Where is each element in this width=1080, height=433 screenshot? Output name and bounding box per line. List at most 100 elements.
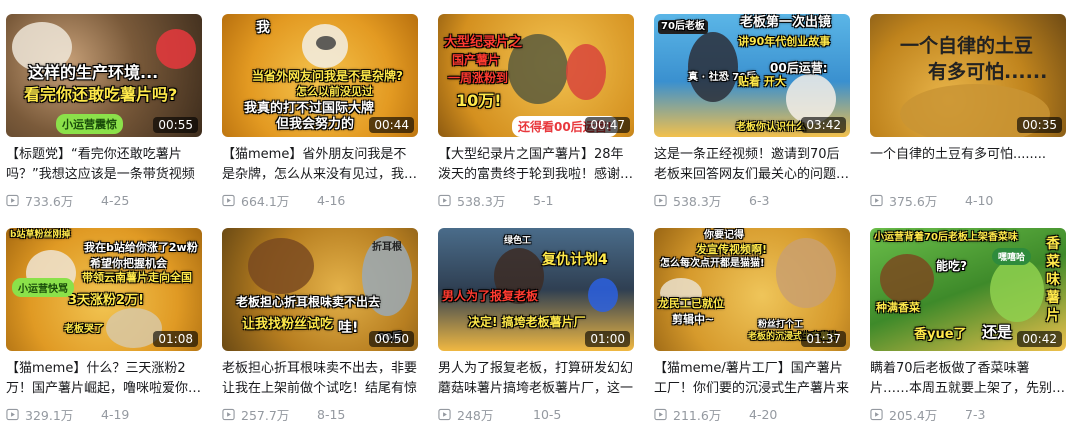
video-thumbnail[interactable]: 我当省外网友问我是不是杂牌? 怎么以前没见过 我真的打不过国际大牌 但我会努力的 00:…: [222, 14, 418, 137]
video-card[interactable]: 绿色工 复仇计划4 男人为了报复老板 决定! 搞垮老板薯片厂 01:00 男人为了报复老板…: [438, 228, 634, 433]
video-title[interactable]: 【猫meme】什么？三天涨粉2万！国产薯片崛起，噜咪啦爱你们！: [6, 359, 202, 399]
video-thumbnail[interactable]: 小运营背着70后老板上架香菜味 香菜味薯片 能吃? 种满香菜 香yue了 还是 嘿嘻哈 00:…: [870, 228, 1066, 351]
play-count-icon: [870, 408, 883, 421]
video-grid: 这样的生产环境... 看完你还敢吃薯片吗? 小运营震惊 00:55 【标题党】“看完你还…: [0, 0, 1080, 425]
video-card[interactable]: 70后老板 老板第一次出镜 讲90年代创业故事 00后运营: 真 · 社恐 70后 贴着 …: [654, 14, 850, 219]
thumbnail-caption: 龙民工已就位: [658, 297, 724, 310]
view-count: 664.1万: [241, 194, 290, 209]
video-title[interactable]: 【猫meme/薯片工厂】国产薯片工厂！你们要的沉浸式生产薯片来: [654, 359, 850, 399]
play-count-icon: [654, 408, 667, 421]
video-meta: 664.1万 4-16: [222, 191, 418, 210]
duration-badge: 00:42: [1017, 331, 1062, 347]
thumbnail-caption: 大型纪录片之: [444, 35, 523, 50]
video-thumbnail[interactable]: 大型纪录片之 国产薯片 一周涨粉到 10万! 还得看00后运营! 00:47: [438, 14, 634, 137]
thumbnail-caption: 00后运营:: [770, 61, 828, 75]
video-title[interactable]: 一个自律的土豆有多可怕........: [870, 145, 1066, 185]
duration-badge: 00:47: [585, 117, 630, 133]
thumbnail-caption: 10万!: [456, 91, 502, 110]
thumbnail-caption: 我真的打不过国际大牌: [244, 101, 375, 116]
thumbnail-caption: 有多可怕......: [928, 61, 1048, 83]
thumbnail-caption: 菜: [1046, 254, 1060, 270]
video-thumbnail[interactable]: 你要记得 发宣传视频啊! 怎么每次点开都是猫猫! 龙民工已就位 剪辑中~ 粉丝打个工 老板的…: [654, 228, 850, 351]
video-card[interactable]: 你要记得 发宣传视频啊! 怎么每次点开都是猫猫! 龙民工已就位 剪辑中~ 粉丝打个工 老板的…: [654, 228, 850, 433]
play-count-icon: [438, 408, 451, 421]
video-thumbnail[interactable]: 一个自律的土豆 有多可怕...... 00:35: [870, 14, 1066, 137]
thumbnail-caption: 你要记得: [704, 230, 744, 241]
thumbnail-caption: 粉丝打个工: [758, 320, 804, 330]
video-meta: 538.3万 5-1: [438, 191, 634, 210]
video-title[interactable]: 【大型纪录片之国产薯片】28年泼天的富贵终于轮到我啦！感谢各位: [438, 145, 634, 185]
thumbnail-caption: b站草粉丝刚掉: [10, 230, 71, 240]
thumbnail-caption: 贴着 开大: [738, 75, 786, 88]
view-count: 205.4万: [889, 408, 938, 423]
video-title[interactable]: 【猫meme】省外朋友问我是不是杂牌，怎么从来没有见过，我真的: [222, 145, 418, 185]
video-card[interactable]: 我当省外网友问我是不是杂牌? 怎么以前没见过 我真的打不过国际大牌 但我会努力的 00:…: [222, 14, 418, 219]
thumbnail-caption: 我: [256, 20, 270, 36]
view-count: 538.3万: [673, 194, 722, 209]
video-title[interactable]: 这是一条正经视频！邀请到70后老板来回答网友们最关心的问题啦，: [654, 145, 850, 185]
thumbnail-caption: 这样的生产环境...: [28, 63, 159, 82]
publish-date: 4-16: [317, 193, 346, 208]
thumbnail-caption: 怎么以前没见过: [296, 85, 373, 98]
video-title[interactable]: 瞒着70后老板做了香菜味薯片……本周五就要上架了，先别管销量了，: [870, 359, 1066, 399]
view-count: 257.7万: [241, 408, 290, 423]
play-count-icon: [222, 194, 235, 207]
duration-badge: 00:55: [153, 117, 198, 133]
thumbnail-caption: 70后老板: [658, 20, 708, 34]
thumbnail-badge: 小运营震惊: [56, 114, 123, 134]
thumbnail-caption: 小运营背着70后老板上架香菜味: [874, 232, 1018, 243]
play-count-icon: [6, 408, 19, 421]
video-thumbnail[interactable]: b站草粉丝刚掉 我在b站给你涨了2w粉 希望你把握机会 带领云南薯片走向全国 3天涨粉2…: [6, 228, 202, 351]
duration-badge: 01:08: [153, 331, 198, 347]
thumbnail-figure: [316, 36, 336, 50]
video-meta: 257.7万 8-15: [222, 405, 418, 424]
view-count: 248万: [457, 408, 494, 423]
play-count-icon: [6, 194, 19, 207]
thumbnail-caption: 薯: [1046, 290, 1060, 306]
thumbnail-caption: 一周涨粉到: [448, 71, 509, 85]
thumbnail-caption: 哇!: [338, 320, 359, 336]
duration-badge: 01:00: [585, 331, 630, 347]
thumbnail-caption: 3天涨粉2万!: [68, 293, 145, 308]
thumbnail-caption: 种满香菜: [876, 301, 920, 314]
publish-date: 4-10: [965, 193, 994, 208]
thumbnail-caption: 看完你还敢吃薯片吗?: [24, 85, 178, 104]
video-card[interactable]: 一个自律的土豆 有多可怕...... 00:35 一个自律的土豆有多可怕.......…: [870, 14, 1066, 219]
thumbnail-caption: 发宣传视频啊!: [696, 243, 768, 256]
thumbnail-caption: 香yue了: [914, 327, 967, 342]
video-meta: 375.6万 4-10: [870, 191, 1066, 210]
video-card[interactable]: 折耳根老板担心折耳根味卖不出去让我找粉丝试吃哇!00后00:50老板担心折耳根味…: [222, 228, 418, 433]
thumbnail-caption: 国产薯片: [452, 53, 501, 67]
thumbnail-caption: 老板担心折耳根味卖不出去: [236, 295, 381, 309]
thumbnail-caption: 复仇计划4: [542, 252, 608, 268]
video-title[interactable]: 男人为了报复老板，打算研发幻幻蘑菇味薯片搞垮老板薯片厂，这一: [438, 359, 634, 399]
view-count: 538.3万: [457, 194, 506, 209]
publish-date: 5-1: [533, 193, 554, 208]
video-meta: 205.4万 7-3: [870, 405, 1066, 424]
duration-badge: 03:42: [801, 117, 846, 133]
video-thumbnail[interactable]: 折耳根老板担心折耳根味卖不出去让我找粉丝试吃哇!00后00:50: [222, 228, 418, 351]
thumbnail-figure: [588, 278, 618, 312]
video-title[interactable]: 【标题党】“看完你还敢吃薯片吗？”我想这应该是一条带货视频: [6, 145, 202, 185]
thumbnail-caption: 能吃?: [936, 259, 967, 273]
thumbnail-figure: [688, 32, 738, 102]
video-thumbnail[interactable]: 70后老板 老板第一次出镜 讲90年代创业故事 00后运营: 真 · 社恐 70后 贴着 …: [654, 14, 850, 137]
video-card[interactable]: 这样的生产环境... 看完你还敢吃薯片吗? 小运营震惊 00:55 【标题党】“看完你还…: [6, 14, 202, 219]
thumbnail-caption: 还是: [982, 323, 1013, 341]
video-thumbnail[interactable]: 绿色工 复仇计划4 男人为了报复老板 决定! 搞垮老板薯片厂 01:00: [438, 228, 634, 351]
video-card[interactable]: 大型纪录片之 国产薯片 一周涨粉到 10万! 还得看00后运营! 00:47 【大型纪录片之…: [438, 14, 634, 219]
video-card[interactable]: b站草粉丝刚掉 我在b站给你涨了2w粉 希望你把握机会 带领云南薯片走向全国 3天涨粉2…: [6, 228, 202, 433]
thumbnail-caption: 带领云南薯片走向全国: [82, 271, 192, 284]
thumbnail-caption: 男人为了报复老板: [442, 289, 539, 303]
thumbnail-caption: 片: [1046, 308, 1060, 324]
thumbnail-figure: [248, 238, 314, 294]
thumbnail-caption: 剪辑中~: [672, 313, 715, 326]
thumbnail-figure: [880, 254, 934, 304]
video-title[interactable]: 老板担心折耳根味卖不出去，非要让我在上架前做个试吃！结尾有惊: [222, 359, 418, 399]
video-card[interactable]: 小运营背着70后老板上架香菜味 香菜味薯片 能吃? 种满香菜 香yue了 还是 嘿嘻哈 00:…: [870, 228, 1066, 433]
video-thumbnail[interactable]: 这样的生产环境... 看完你还敢吃薯片吗? 小运营震惊 00:55: [6, 14, 202, 137]
thumbnail-figure: [156, 29, 196, 69]
duration-badge: 01:37: [801, 331, 846, 347]
publish-date: 8-15: [317, 407, 346, 422]
duration-badge: 00:35: [1017, 117, 1062, 133]
